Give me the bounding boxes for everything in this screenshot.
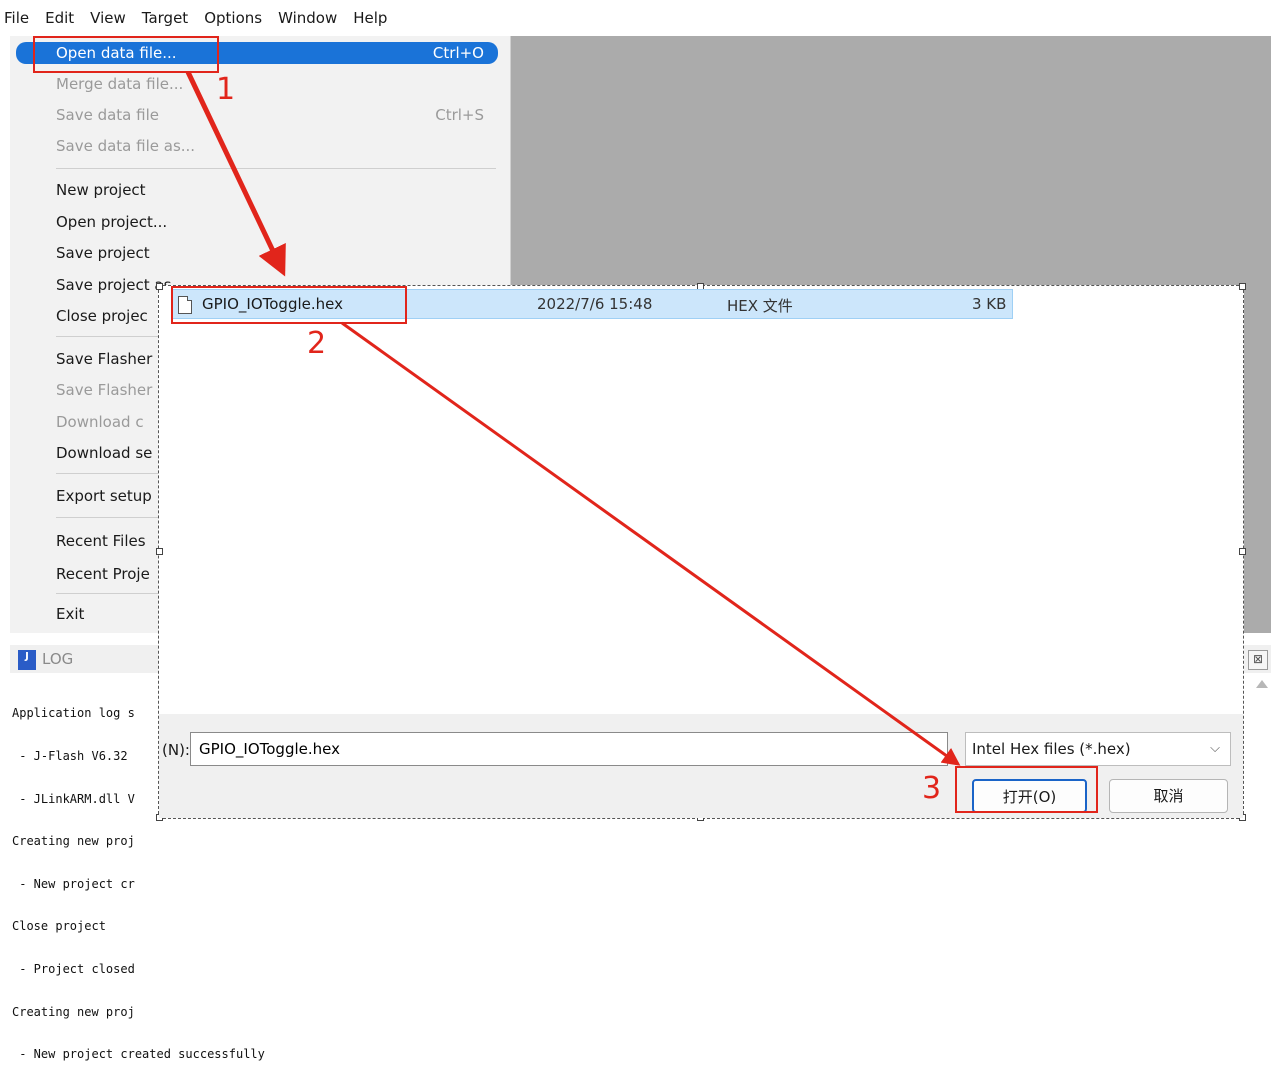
- menu-item-label: Recent Proje: [56, 565, 150, 583]
- menu-item-label: Recent Files: [56, 532, 146, 550]
- filename-label: (N):: [162, 741, 190, 759]
- log-line: - Project closed: [12, 962, 135, 977]
- menu-item-label: Merge data file...: [56, 75, 184, 93]
- resize-handle[interactable]: [156, 283, 163, 290]
- menu-item-label: Save Flasher: [56, 350, 153, 368]
- menu-options[interactable]: Options: [196, 0, 270, 36]
- log-title: LOG: [42, 650, 74, 668]
- chevron-down-icon: ⌵: [1210, 741, 1220, 756]
- menu-item-label: Save data file as...: [56, 137, 196, 155]
- annotation-box-step3: [955, 766, 1098, 813]
- file-size: 3 KB: [972, 295, 1007, 313]
- cancel-button[interactable]: 取消: [1109, 779, 1228, 813]
- log-line: Close project: [12, 919, 106, 934]
- file-type: HEX 文件: [727, 297, 793, 315]
- menu-item-label: Close projec: [56, 307, 148, 325]
- menu-item-label: Exit: [56, 605, 85, 623]
- menu-item-label: New project: [56, 181, 146, 199]
- step-number-2: 2: [307, 326, 327, 361]
- menu-item-merge-data-file[interactable]: Merge data file...: [16, 73, 498, 95]
- menu-target[interactable]: Target: [134, 0, 196, 36]
- menu-item-save-data-file[interactable]: Save data file Ctrl+S: [16, 104, 498, 126]
- log-line: - New project cr: [12, 876, 135, 891]
- resize-handle[interactable]: [156, 548, 163, 555]
- annotation-box-step1: [33, 36, 219, 73]
- resize-handle[interactable]: [1239, 548, 1246, 555]
- menu-item-label: Save data file: [56, 106, 159, 124]
- resize-handle[interactable]: [1239, 283, 1246, 290]
- menu-item-label: Save project: [56, 244, 150, 262]
- open-file-dialog: GPIO_IOToggle.hex 2022/7/6 15:48 HEX 文件 …: [156, 283, 1246, 821]
- menu-file[interactable]: File: [0, 0, 37, 36]
- menu-help[interactable]: Help: [345, 0, 395, 36]
- log-line: Creating new proj: [12, 1004, 135, 1019]
- log-line: - New project created successfully: [12, 1047, 265, 1062]
- close-icon[interactable]: ⊠: [1248, 650, 1268, 670]
- menu-item-label: Save Flasher: [56, 381, 153, 399]
- menu-bar: File Edit View Target Options Window Hel…: [0, 0, 1271, 36]
- menu-separator: [56, 168, 496, 169]
- annotation-box-step2: [171, 286, 407, 324]
- step-number-1: 1: [216, 72, 236, 107]
- menu-item-label: Download se: [56, 444, 153, 462]
- file-type-filter-value: Intel Hex files (*.hex): [972, 740, 1131, 758]
- menu-window[interactable]: Window: [270, 0, 345, 36]
- menu-item-shortcut: Ctrl+S: [435, 106, 484, 124]
- menu-item-new-project[interactable]: New project: [16, 179, 498, 201]
- menu-view[interactable]: View: [82, 0, 134, 36]
- menu-item-open-project[interactable]: Open project...: [16, 211, 498, 233]
- menu-item-save-data-file-as[interactable]: Save data file as...: [16, 135, 498, 157]
- step-number-3: 3: [922, 771, 942, 806]
- filename-input[interactable]: [190, 732, 948, 766]
- menu-item-save-project[interactable]: Save project: [16, 242, 498, 264]
- jflash-app-icon: J: [18, 650, 36, 670]
- menu-item-label: Open project...: [56, 213, 168, 231]
- file-type-filter-select[interactable]: Intel Hex files (*.hex) ⌵: [965, 732, 1231, 766]
- menu-item-shortcut: Ctrl+O: [432, 44, 484, 62]
- log-line: Creating new proj: [12, 834, 135, 849]
- menu-item-label: Export setup: [56, 487, 152, 505]
- file-date: 2022/7/6 15:48: [537, 295, 653, 313]
- menu-item-label: Download c: [56, 413, 144, 431]
- menu-edit[interactable]: Edit: [37, 0, 82, 36]
- scroll-up-arrow-icon[interactable]: [1256, 680, 1268, 688]
- menu-item-label: Save project as: [56, 276, 172, 294]
